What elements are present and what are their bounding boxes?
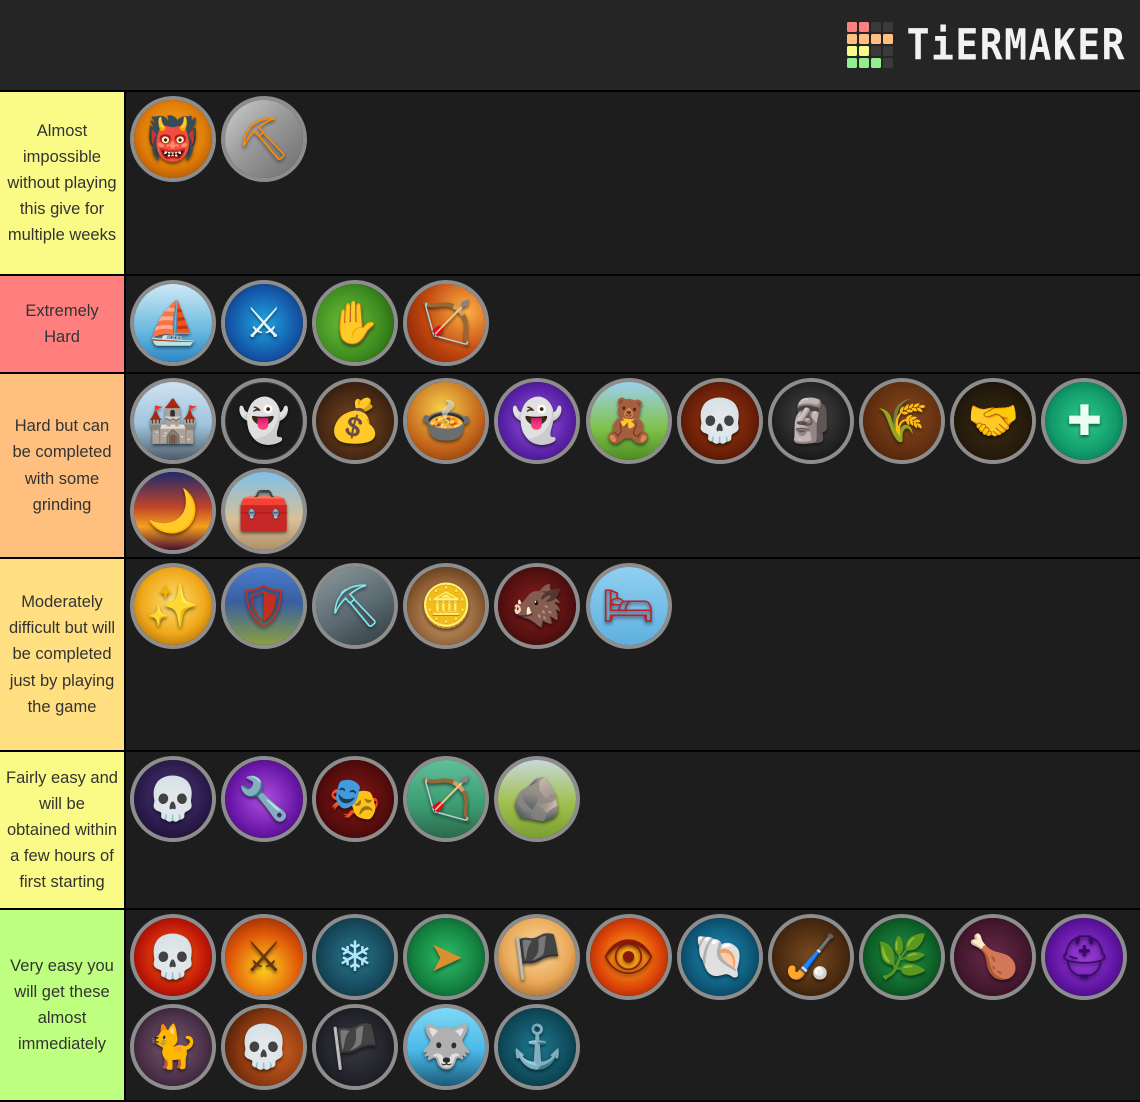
green-leaf-icon[interactable]: 🌿: [859, 914, 946, 1000]
sword-wrench-purple-icon[interactable]: 🔧: [220, 756, 307, 842]
tier-items-container[interactable]: 💀 ⚔ ❄ ➤ 🏴 👁 🐚 🏑 🌿 🍗 ⛑ 🐈 💀 🏴 🐺 ⚓: [126, 910, 1140, 1100]
skeleton-icon[interactable]: 💀: [220, 1004, 307, 1090]
marble-statue-icon[interactable]: 🗿: [767, 378, 854, 464]
voodoo-skull-totem-icon[interactable]: 💀: [676, 378, 763, 464]
tier-row: Almost impossible without playing this g…: [0, 90, 1140, 274]
demon-boss-icon[interactable]: 👹: [129, 96, 216, 182]
logo-cell-5: [858, 34, 869, 44]
shield-wall-army-icon[interactable]: 🛡: [220, 563, 307, 649]
flaming-skull-icon[interactable]: 💀: [129, 914, 216, 1000]
tier-items-container[interactable]: 💀 🔧 🎭 🏹 🪨: [126, 752, 1140, 908]
anchor-icon[interactable]: ⚓: [494, 1004, 581, 1090]
logo-cell-4: [846, 34, 857, 44]
bone-mask-icon[interactable]: 🎭: [311, 756, 398, 842]
green-arrowhead-icon[interactable]: ➤: [403, 914, 490, 1000]
training-dummy-icon[interactable]: 🧸: [585, 378, 672, 464]
spear-thrust-icon[interactable]: 🏹: [403, 280, 490, 366]
tier-label[interactable]: Extremely Hard: [0, 276, 126, 372]
logo-cell-2: [870, 22, 881, 32]
app-header: TiERMAKER: [0, 0, 1140, 90]
sunset-dune-icon[interactable]: 🌙: [129, 468, 216, 554]
tiermaker-logo[interactable]: TiERMAKER: [846, 20, 1126, 70]
logo-cell-14: [870, 58, 881, 68]
logo-cell-0: [846, 22, 857, 32]
tier-label[interactable]: Hard but can be completed with some grin…: [0, 374, 126, 557]
green-cross-heal-icon[interactable]: ✚: [1041, 378, 1128, 464]
tier-label[interactable]: Almost impossible without playing this g…: [0, 92, 126, 274]
logo-cell-10: [870, 46, 881, 56]
logo-text: TiERMAKER: [906, 20, 1126, 70]
molten-metal-beam-icon[interactable]: ⛏: [220, 96, 307, 182]
tier-list-app: TiERMAKER Almost impossible without play…: [0, 0, 1140, 1102]
tier-items-container[interactable]: ✨ 🛡 ⛏ 🪙 🐗 🛏: [126, 559, 1140, 750]
fire-eye-creature-icon[interactable]: 👁: [585, 914, 672, 1000]
logo-cell-3: [882, 22, 893, 32]
pickaxe-mining-icon[interactable]: ⛏: [311, 563, 398, 649]
logo-cell-13: [858, 58, 869, 68]
tier-label[interactable]: Fairly easy and will be obtained within …: [0, 752, 126, 908]
tier-label[interactable]: Moderately difficult but will be complet…: [0, 559, 126, 750]
blue-shell-ribbon-icon[interactable]: 🐚: [676, 914, 763, 1000]
tier-row: Moderately difficult but will be complet…: [0, 557, 1140, 750]
boar-head-icon[interactable]: 🐗: [494, 563, 581, 649]
logo-cell-9: [858, 46, 869, 56]
sailing-ship-icon[interactable]: ⛵: [129, 280, 216, 366]
logo-cell-6: [870, 34, 881, 44]
food-bowl-icon[interactable]: 🍲: [403, 378, 490, 464]
golden-ascension-icon[interactable]: ✨: [129, 563, 216, 649]
logo-cell-12: [846, 58, 857, 68]
purple-wraith-icon[interactable]: 👻: [494, 378, 581, 464]
dark-panther-icon[interactable]: 🐈: [129, 1004, 216, 1090]
wooden-club-icon[interactable]: 🏑: [767, 914, 854, 1000]
treasure-chest-icon[interactable]: 🧰: [220, 468, 307, 554]
stone-well-icon[interactable]: 🪨: [494, 756, 581, 842]
tier-row: Fairly easy and will be obtained within …: [0, 750, 1140, 908]
wheat-harvest-icon[interactable]: 🌾: [859, 378, 946, 464]
purple-helmet-icon[interactable]: ⛑: [1041, 914, 1128, 1000]
logo-grid-icon: [846, 22, 893, 68]
tier-items-container[interactable]: ⛵ ⚔ ✋ 🏹: [126, 276, 1140, 372]
logo-cell-1: [858, 22, 869, 32]
crossed-swords-fire-icon[interactable]: ⚔: [220, 914, 307, 1000]
tier-items-container[interactable]: 🏰 👻 💰 🍲 👻 🧸 💀 🗿 🌾 🤝 ✚ 🌙 🧰: [126, 374, 1140, 557]
howling-wolf-icon[interactable]: 🐺: [403, 1004, 490, 1090]
turkey-drumstick-icon[interactable]: 🍗: [950, 914, 1037, 1000]
logo-cell-11: [882, 46, 893, 56]
handshake-icon[interactable]: 🤝: [950, 378, 1037, 464]
ice-shards-icon[interactable]: ❄: [311, 914, 398, 1000]
logo-cell-8: [846, 46, 857, 56]
logo-cell-7: [882, 34, 893, 44]
pirate-flag-icon[interactable]: 🏴: [311, 1004, 398, 1090]
dark-banner-flag-icon[interactable]: 🏴: [494, 914, 581, 1000]
coin-pouch-hand-icon[interactable]: 💰: [311, 378, 398, 464]
blue-ghost-icon[interactable]: 👻: [220, 378, 307, 464]
gold-coins-icon[interactable]: 🪙: [403, 563, 490, 649]
catapult-icon[interactable]: 🏹: [403, 756, 490, 842]
tier-row: Very easy you will get these almost imme…: [0, 908, 1140, 1100]
tier-items-container[interactable]: 👹 ⛏: [126, 92, 1140, 274]
logo-cell-15: [882, 58, 893, 68]
castle-tower-icon[interactable]: 🏰: [129, 378, 216, 464]
green-claw-hand-icon[interactable]: ✋: [311, 280, 398, 366]
bed-rest-icon[interactable]: 🛏: [585, 563, 672, 649]
crossed-swords-blue-icon[interactable]: ⚔: [220, 280, 307, 366]
tier-row: Extremely Hard ⛵ ⚔ ✋ 🏹: [0, 274, 1140, 372]
tier-rows-container: Almost impossible without playing this g…: [0, 90, 1140, 1102]
three-skulls-icon[interactable]: 💀: [129, 756, 216, 842]
tier-row: Hard but can be completed with some grin…: [0, 372, 1140, 557]
tier-label[interactable]: Very easy you will get these almost imme…: [0, 910, 126, 1100]
